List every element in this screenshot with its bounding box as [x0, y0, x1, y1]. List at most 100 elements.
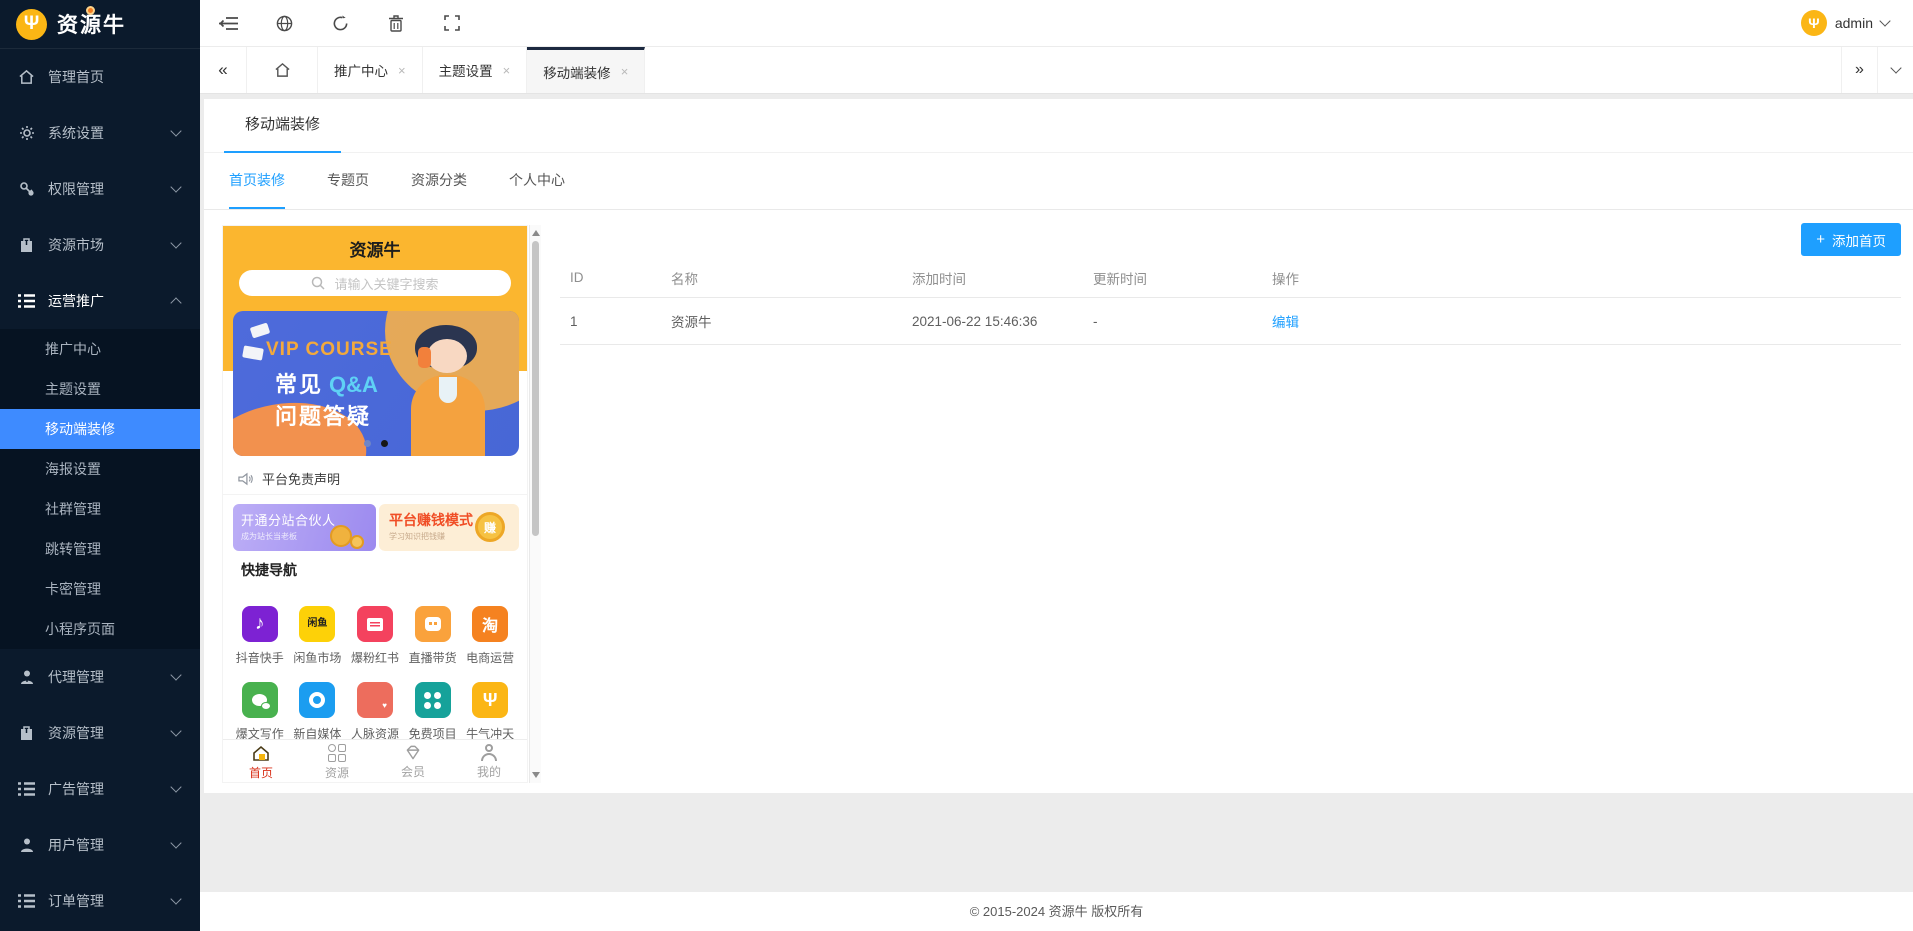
- sidebar-item-ads[interactable]: 广告管理: [0, 761, 200, 817]
- taobao-icon: 淘: [472, 606, 508, 642]
- quick-nav-item[interactable]: 爆粉红书: [346, 606, 404, 666]
- tab-resource-category[interactable]: 资源分类: [411, 153, 467, 209]
- fourdots-icon: [415, 682, 451, 718]
- submenu-item-miniprogram-pages[interactable]: 小程序页面: [0, 609, 200, 649]
- sidebar-item-permissions[interactable]: 权限管理: [0, 161, 200, 217]
- add-homepage-button[interactable]: + 添加首页: [1801, 223, 1901, 256]
- sidebar-item-resources[interactable]: 资源管理: [0, 705, 200, 761]
- phone-banner[interactable]: VIP COURSE 常见Q&A 问题答疑: [233, 311, 519, 456]
- collapse-sidebar-icon[interactable]: [200, 0, 256, 47]
- sidebar-item-users[interactable]: 用户管理: [0, 817, 200, 873]
- refresh-icon[interactable]: [312, 0, 368, 47]
- sidebar: Ψ 资源牛 管理首页 系统设置 权限管理 资源市场 运营推广 推广中心 主题设置…: [0, 0, 200, 931]
- person-icon: [481, 744, 497, 761]
- col-created: 添加时间: [912, 268, 1093, 288]
- chevron-down-icon: [170, 125, 181, 136]
- redbook-icon: [357, 606, 393, 642]
- quick-nav-item[interactable]: 闲鱼闲鱼市场: [289, 606, 347, 666]
- tab-special-page[interactable]: 专题页: [327, 153, 369, 209]
- coin-icon: [330, 525, 352, 547]
- sidebar-item-resource-market[interactable]: 资源市场: [0, 217, 200, 273]
- submenu-item-community[interactable]: 社群管理: [0, 489, 200, 529]
- table-row: 1 资源牛 2021-06-22 15:46:36 - 编辑: [560, 298, 1901, 345]
- tab-promo-center[interactable]: 推广中心×: [318, 47, 423, 93]
- promo-card-earn-money[interactable]: 平台赚钱模式 学习知识把钱赚 赚: [379, 504, 519, 551]
- quick-nav-item[interactable]: ♥人脉资源: [346, 682, 404, 742]
- submenu-item-card-keys[interactable]: 卡密管理: [0, 569, 200, 609]
- carousel-dot-active[interactable]: [381, 440, 388, 447]
- sidebar-item-operations[interactable]: 运营推广: [0, 273, 200, 329]
- globe-icon[interactable]: [256, 0, 312, 47]
- phone-search-bar[interactable]: 请输入关键字搜索: [239, 270, 511, 296]
- scroll-up-icon[interactable]: [532, 230, 540, 236]
- quick-nav-item[interactable]: 免费项目: [404, 682, 462, 742]
- logo[interactable]: Ψ 资源牛: [0, 0, 200, 49]
- nav-item-membership[interactable]: 会员: [375, 740, 451, 783]
- list-icon: [18, 782, 35, 796]
- scroll-tabs-right-button[interactable]: »: [1841, 47, 1877, 93]
- promo-card-branch-partner[interactable]: 开通分站合伙人 成为站长当老板: [233, 504, 376, 551]
- quick-nav-item[interactable]: ♪抖音快手: [231, 606, 289, 666]
- cell-created: 2021-06-22 15:46:36: [912, 314, 1093, 329]
- copyright-footer: © 2015-2024 资源牛 版权所有: [200, 892, 1913, 931]
- nav-item-profile[interactable]: 我的: [451, 740, 527, 783]
- username: admin: [1835, 15, 1873, 31]
- quick-nav-item[interactable]: 新自媒体: [289, 682, 347, 742]
- tab-personal-center[interactable]: 个人中心: [509, 153, 565, 209]
- sidebar-item-label: 代理管理: [48, 667, 104, 687]
- sidebar-item-system-settings[interactable]: 系统设置: [0, 105, 200, 161]
- tab-theme-settings[interactable]: 主题设置×: [423, 47, 528, 93]
- submenu-item-redirect[interactable]: 跳转管理: [0, 529, 200, 569]
- scroll-tabs-left-button[interactable]: «: [200, 47, 246, 93]
- user-menu[interactable]: Ψ admin: [1801, 10, 1913, 36]
- scroll-down-icon[interactable]: [532, 772, 540, 778]
- sidebar-item-orders[interactable]: 订单管理: [0, 873, 200, 929]
- chevron-down-icon: [170, 237, 181, 248]
- nav-item-home[interactable]: 首页: [223, 740, 299, 783]
- submenu-item-promo-center[interactable]: 推广中心: [0, 329, 200, 369]
- phone-notice-bar[interactable]: 平台免责声明: [223, 463, 527, 495]
- tab-options-button[interactable]: [1877, 47, 1913, 93]
- sidebar-item-dashboard[interactable]: 管理首页: [0, 49, 200, 105]
- bag-icon: [18, 725, 35, 741]
- carousel-dot[interactable]: [364, 440, 371, 447]
- banner-illustration: [427, 339, 467, 373]
- quick-nav-row-2: 爆文写作 新自媒体 ♥人脉资源 免费项目 Ψ牛气冲天: [223, 682, 527, 742]
- close-icon[interactable]: ×: [503, 63, 511, 78]
- mobile-preview-canvas[interactable]: 资源牛 请输入关键字搜索 VIP COURSE 常见Q&A 问题答疑: [222, 225, 528, 783]
- sidebar-item-agents[interactable]: 代理管理: [0, 649, 200, 705]
- preview-scrollbar[interactable]: [529, 225, 541, 783]
- submenu-item-mobile-decoration[interactable]: 移动端装修: [0, 409, 200, 449]
- tab-home-decoration[interactable]: 首页装修: [229, 153, 285, 209]
- quick-nav-item[interactable]: 爆文写作: [231, 682, 289, 742]
- content-panel: 移动端装修 首页装修 专题页 资源分类 个人中心 资源牛 请输入关键字搜索: [204, 99, 1913, 793]
- quick-nav-item[interactable]: Ψ牛气冲天: [461, 682, 519, 742]
- fullscreen-icon[interactable]: [424, 0, 480, 47]
- page-tabs: 首页装修 专题页 资源分类 个人中心: [204, 153, 1913, 210]
- tab-mobile-decoration[interactable]: 移动端装修×: [527, 47, 645, 93]
- quick-nav-row-1: ♪抖音快手 闲鱼闲鱼市场 爆粉红书 直播带货 淘电商运营: [223, 606, 527, 666]
- coin-icon: 赚: [475, 512, 505, 542]
- chevron-down-icon: [170, 837, 181, 848]
- edit-link[interactable]: 编辑: [1272, 315, 1299, 330]
- nav-item-resources[interactable]: 资源: [299, 740, 375, 783]
- scrollbar-thumb[interactable]: [532, 241, 539, 536]
- search-icon: [311, 276, 325, 290]
- search-placeholder: 请输入关键字搜索: [334, 274, 438, 293]
- trash-icon[interactable]: [368, 0, 424, 47]
- mobile-preview: 资源牛 请输入关键字搜索 VIP COURSE 常见Q&A 问题答疑: [222, 225, 541, 783]
- douyin-icon: ♪: [242, 606, 278, 642]
- phone-bottom-nav: 首页 资源 会员 我的: [223, 739, 527, 783]
- submenu-item-theme-settings[interactable]: 主题设置: [0, 369, 200, 409]
- close-icon[interactable]: ×: [621, 64, 629, 79]
- banner-illustration: [418, 347, 431, 368]
- banner-line1: VIP COURSE: [266, 339, 393, 361]
- quick-nav-item[interactable]: 淘电商运营: [461, 606, 519, 666]
- close-icon[interactable]: ×: [398, 63, 406, 78]
- col-updated: 更新时间: [1093, 268, 1272, 288]
- submenu-item-poster-settings[interactable]: 海报设置: [0, 449, 200, 489]
- contacts-icon: ♥: [357, 682, 393, 718]
- avatar: Ψ: [1801, 10, 1827, 36]
- home-tab[interactable]: [246, 47, 318, 93]
- quick-nav-item[interactable]: 直播带货: [404, 606, 462, 666]
